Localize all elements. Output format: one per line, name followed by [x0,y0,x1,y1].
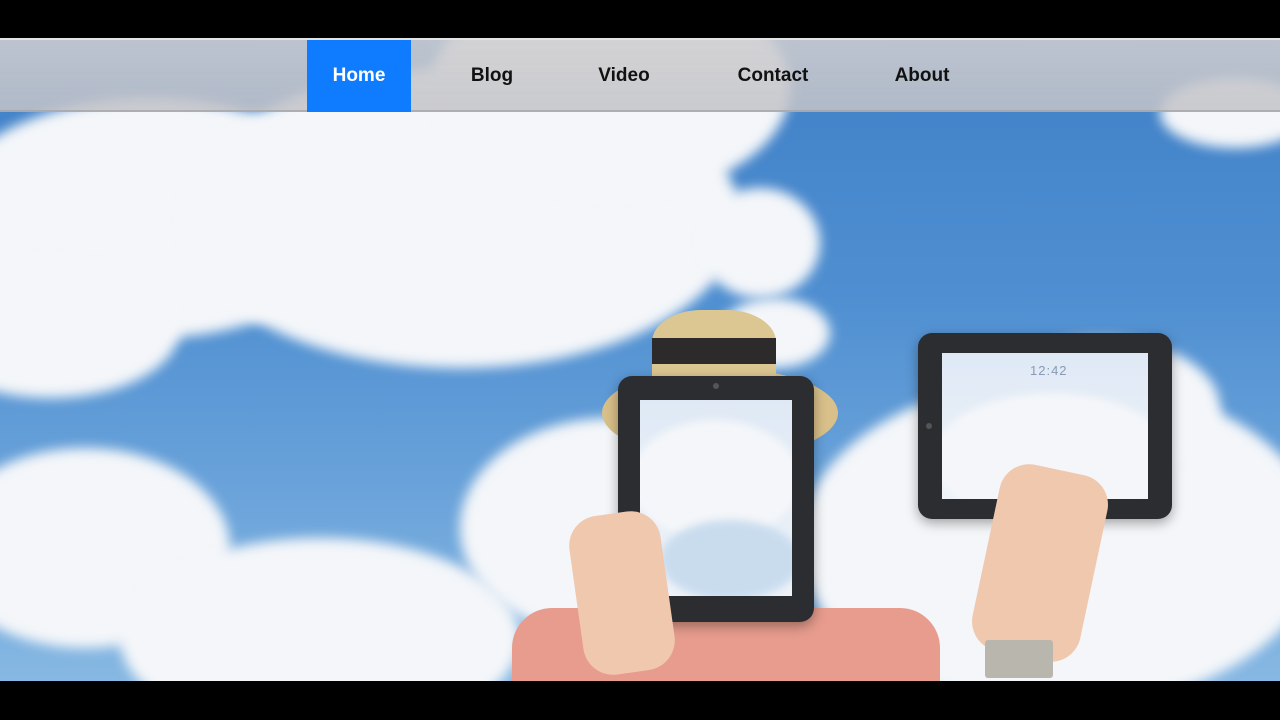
nav-blog[interactable]: Blog [440,40,544,112]
tablet-camera [926,423,932,429]
hat-band [652,338,776,364]
letterbox-top [0,0,1280,38]
top-navbar: Home Blog Video Contact About [0,38,1280,112]
cloud [700,188,820,298]
nav-about[interactable]: About [868,40,976,112]
hero-background-image: 12:42 [0,38,1280,681]
letterbox-bottom [0,681,1280,720]
tablet-clock: 12:42 [1030,363,1068,378]
tablet-camera [713,383,719,389]
nav-home[interactable]: Home [307,40,411,112]
nav-contact[interactable]: Contact [716,40,830,112]
wristwatch [985,640,1053,678]
cloud [660,520,792,596]
nav-video[interactable]: Video [572,40,676,112]
